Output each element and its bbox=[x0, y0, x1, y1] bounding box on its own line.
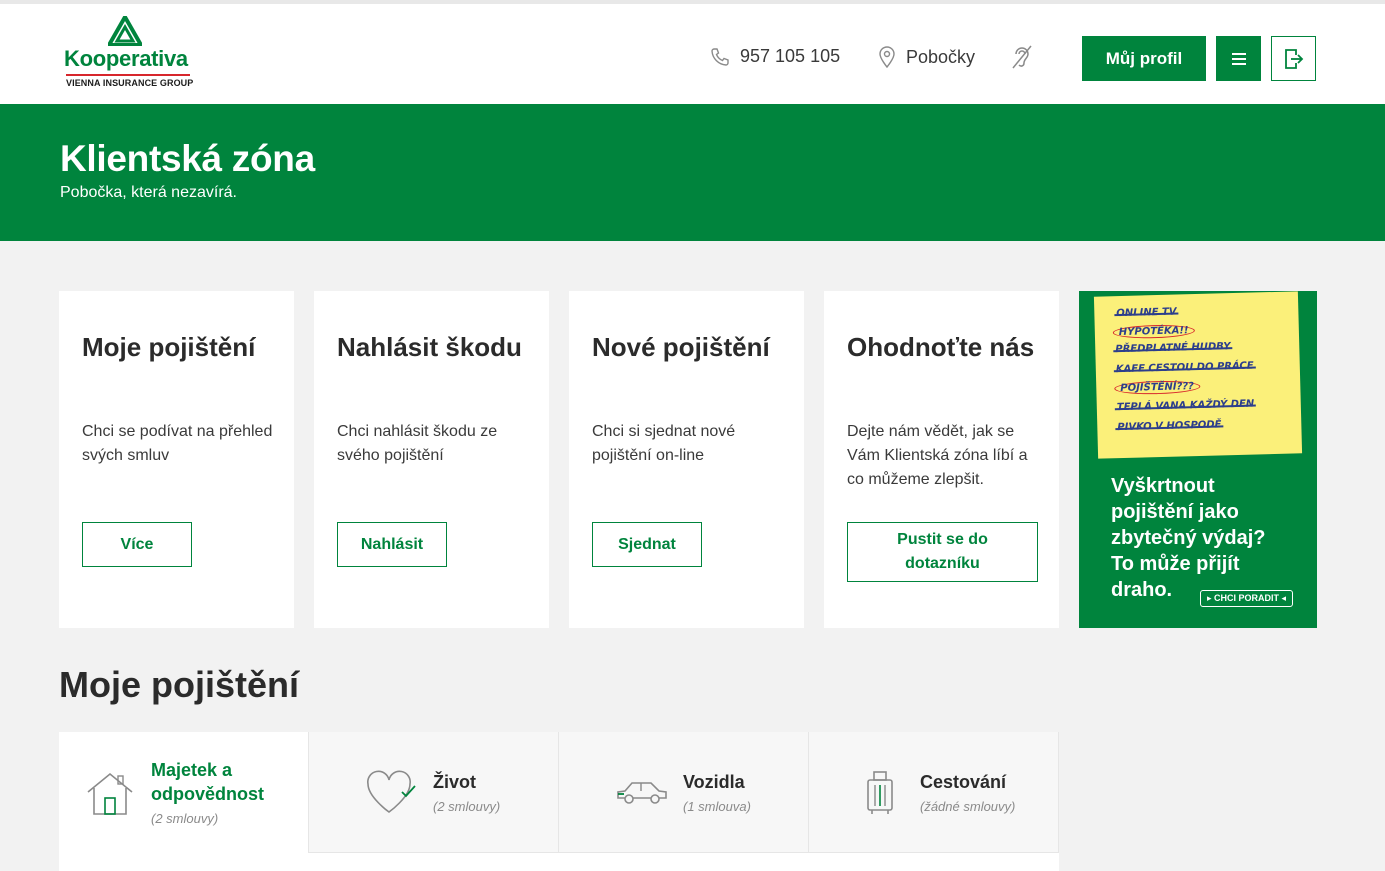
card-my-insurance: Moje pojištění Chci se podívat na přehle… bbox=[59, 291, 294, 628]
suitcase-icon bbox=[867, 771, 893, 814]
report-button[interactable]: Nahlásit bbox=[337, 522, 447, 567]
house-icon bbox=[87, 772, 133, 815]
ad-cta-button[interactable]: ▸ CHCI PORADIT ◂ bbox=[1200, 590, 1294, 607]
note-line: PŘEDPLATNÉ HUDBY bbox=[1115, 341, 1231, 356]
page-title: Klientská zóna bbox=[60, 138, 315, 179]
section-title: Moje pojištění bbox=[59, 664, 300, 705]
note-line: KAFE CESTOU DO PRÁCE bbox=[1115, 360, 1254, 376]
note-line: ONLINE TV bbox=[1116, 306, 1177, 320]
tab-label: Vozidla bbox=[683, 772, 745, 792]
car-icon bbox=[617, 782, 667, 804]
card-rate-us: Ohodnoťte nás Dejte nám vědět, jak se Vá… bbox=[824, 291, 1059, 628]
tab-label: Cestování bbox=[920, 772, 1007, 792]
top-bar: Kooperativa VIENNA INSURANCE GROUP 957 1… bbox=[0, 0, 1385, 104]
card-report-claim: Nahlásit škodu Chci nahlásit škodu ze sv… bbox=[314, 291, 549, 628]
card-title: Nahlásit škodu bbox=[337, 332, 522, 362]
card-text: Chci si sjednat nové pojištění on-line bbox=[592, 423, 736, 464]
logout-icon bbox=[1284, 48, 1303, 69]
logo-brand: Kooperativa bbox=[64, 46, 188, 71]
page-subtitle: Pobočka, která nezavírá. bbox=[60, 184, 237, 201]
tab-travel[interactable]: Cestování (žádné smlouvy) bbox=[809, 732, 1059, 853]
survey-button[interactable]: Pustit se do dotazníku bbox=[847, 522, 1038, 582]
hearing-icon[interactable] bbox=[1010, 44, 1034, 70]
arrange-button[interactable]: Sjednat bbox=[592, 522, 702, 567]
tab-label: Život bbox=[433, 772, 476, 792]
card-new-insurance: Nové pojištění Chci si sjednat nové poji… bbox=[569, 291, 804, 628]
branches-link[interactable]: Pobočky bbox=[878, 46, 975, 68]
tab-count: (1 smlouva) bbox=[683, 799, 751, 814]
ad-banner[interactable]: ONLINE TV HYPOTÉKA!! PŘEDPLATNÉ HUDBY KA… bbox=[1079, 291, 1317, 628]
logout-button[interactable] bbox=[1271, 36, 1316, 81]
card-title: Ohodnoťte nás bbox=[847, 332, 1035, 362]
heart-icon bbox=[367, 770, 416, 813]
tab-count: (žádné smlouvy) bbox=[920, 799, 1016, 814]
card-text: Dejte nám vědět, jak se Vám Klientská zó… bbox=[847, 423, 1028, 488]
logo-rule bbox=[66, 74, 190, 76]
tab-life[interactable]: Život (2 smlouvy) bbox=[309, 732, 559, 853]
hero-banner: Klientská zóna Pobočka, která nezavírá. bbox=[0, 104, 1385, 241]
sticky-note: ONLINE TV HYPOTÉKA!! PŘEDPLATNÉ HUDBY KA… bbox=[1093, 291, 1303, 459]
tab-vehicles[interactable]: Vozidla (1 smlouva) bbox=[559, 732, 809, 853]
my-profile-button[interactable]: Můj profil bbox=[1082, 36, 1206, 81]
note-line: PIVKO V HOSPODĚ bbox=[1117, 419, 1222, 434]
logo-subtitle: VIENNA INSURANCE GROUP bbox=[66, 78, 194, 88]
ad-headline: Vyškrtnout pojištění jako zbytečný výdaj… bbox=[1111, 475, 1266, 601]
card-text: Chci nahlásit škodu ze svého pojištění bbox=[337, 423, 498, 464]
note-line: HYPOTÉKA!! bbox=[1112, 324, 1195, 340]
branches-label: Pobočky bbox=[906, 46, 976, 67]
card-title: Nové pojištění bbox=[592, 332, 770, 362]
more-button[interactable]: Více bbox=[82, 522, 192, 567]
tab-content-area bbox=[59, 853, 1059, 871]
tab-count: (2 smlouvy) bbox=[151, 811, 219, 826]
phone-icon bbox=[711, 47, 729, 66]
tab-property[interactable]: Majetek a odpovědnost (2 smlouvy) bbox=[59, 732, 309, 871]
logo-mark-icon bbox=[108, 16, 142, 46]
phone-number: 957 105 105 bbox=[740, 46, 841, 66]
tab-count: (2 smlouvy) bbox=[433, 799, 501, 814]
menu-icon bbox=[1231, 52, 1246, 65]
phone-link[interactable]: 957 105 105 bbox=[710, 46, 840, 67]
kooperativa-logo[interactable]: Kooperativa VIENNA INSURANCE GROUP bbox=[64, 16, 194, 90]
note-line: POJIŠTĚNÍ??? bbox=[1114, 379, 1201, 396]
card-title: Moje pojištění bbox=[82, 332, 256, 362]
menu-button[interactable] bbox=[1216, 36, 1261, 81]
tab-label: Majetek a odpovědnost bbox=[151, 760, 264, 804]
note-line: TEPLÁ VANA KAŽDÝ DEN bbox=[1116, 398, 1255, 414]
location-pin-icon bbox=[879, 46, 895, 68]
card-text: Chci se podívat na přehled svých smluv bbox=[82, 423, 273, 464]
